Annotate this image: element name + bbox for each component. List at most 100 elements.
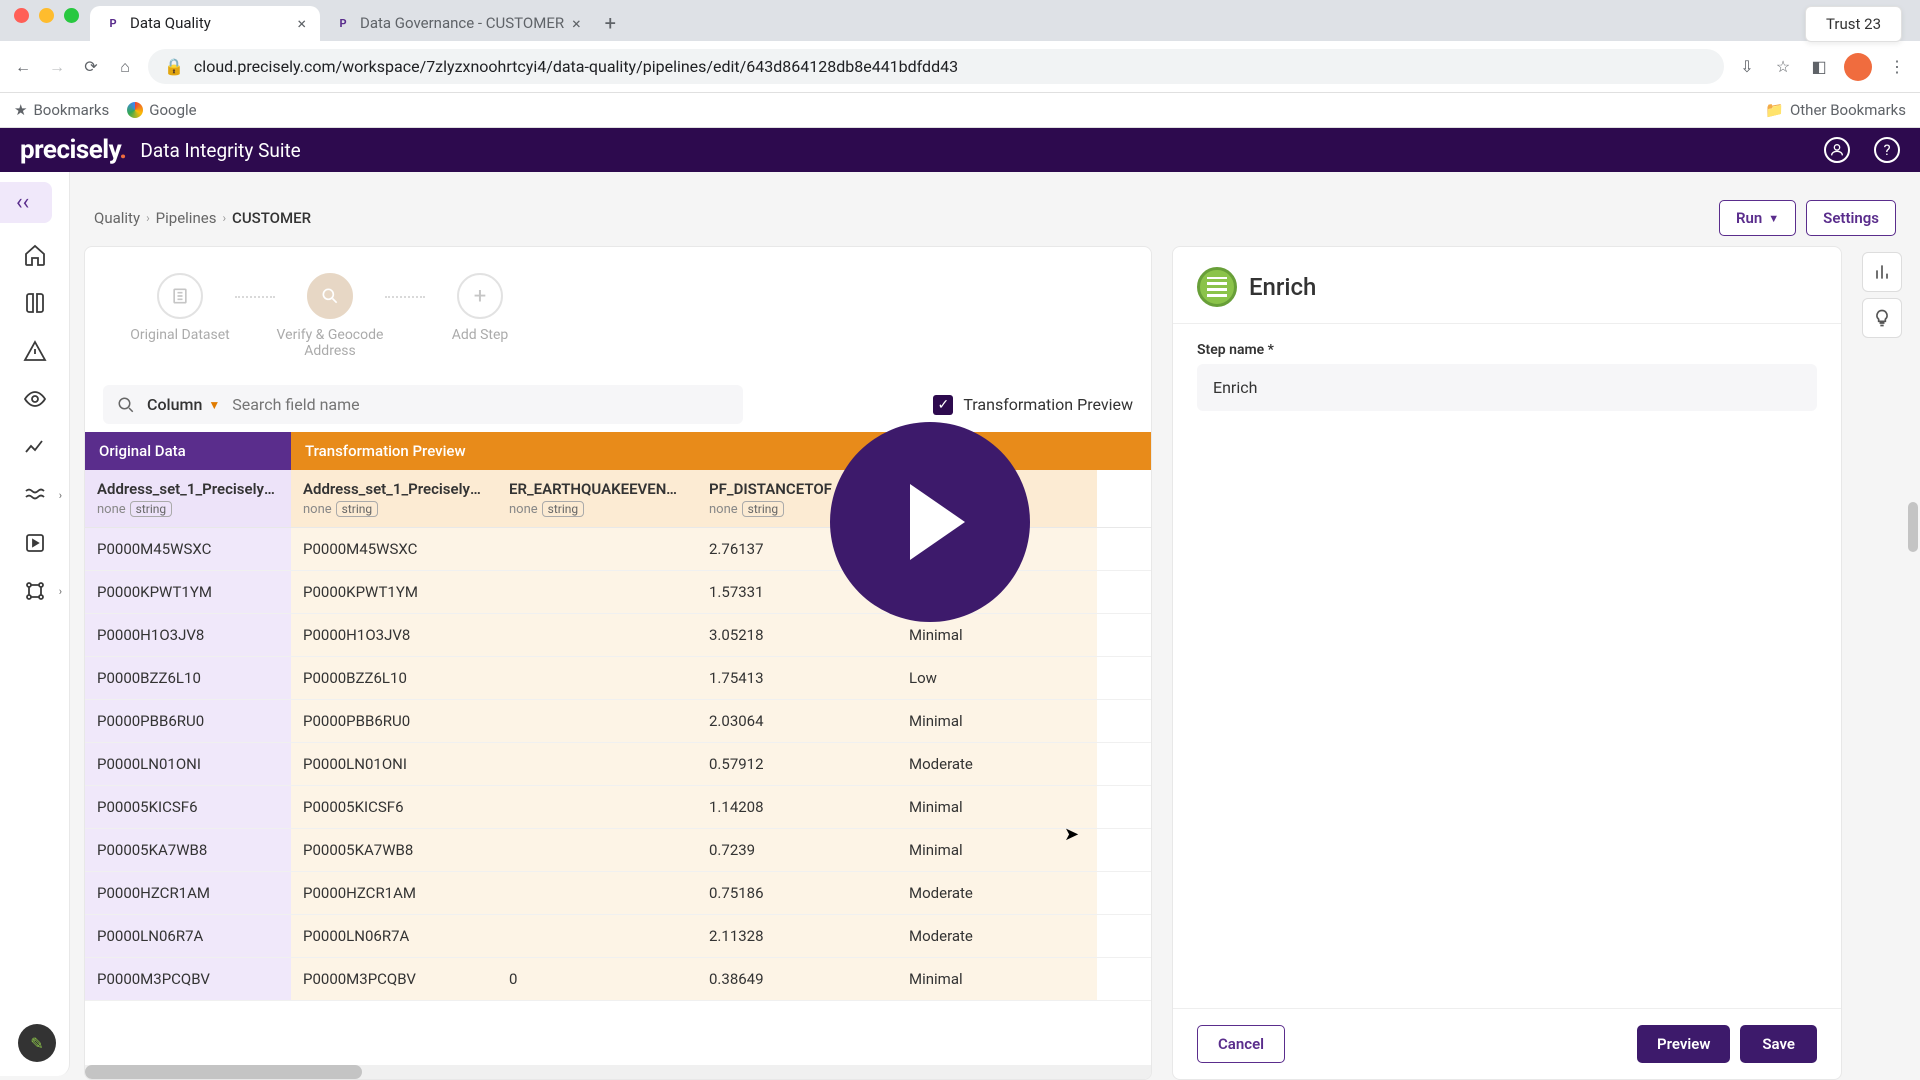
table-row: P0000BZZ6L10 P0000BZZ6L10 1.75413 Low: [85, 657, 1151, 700]
cell: 0.57912: [697, 743, 897, 785]
tab-title: Data Quality: [130, 14, 211, 32]
sidebar-observe-icon[interactable]: [0, 375, 70, 423]
account-icon[interactable]: [1824, 137, 1850, 163]
cell: 2.03064: [697, 700, 897, 742]
new-tab-button[interactable]: +: [595, 5, 626, 41]
search-input[interactable]: [232, 395, 729, 414]
cell: Minimal: [897, 958, 1097, 1000]
section-header-preview: Transformation Preview: [291, 432, 1151, 470]
sidebar-play-icon[interactable]: [0, 519, 70, 567]
browser-tab[interactable]: P Data Governance - CUSTOMER ×: [320, 6, 595, 41]
bookmarks-bar: ★Bookmarks Google 📁Other Bookmarks: [0, 93, 1920, 128]
cell: 1.14208: [697, 786, 897, 828]
app-header: precisely. Data Integrity Suite ?: [0, 128, 1920, 172]
play-video-overlay[interactable]: [830, 422, 1030, 622]
preview-button[interactable]: Preview: [1637, 1025, 1730, 1063]
table-row: P00005KICSF6 P00005KICSF6 1.14208 Minima…: [85, 786, 1151, 829]
cell: P0000M45WSXC: [291, 528, 497, 570]
save-button[interactable]: Save: [1740, 1025, 1817, 1063]
cell: P00005KA7WB8: [85, 829, 291, 871]
cell: [497, 743, 697, 785]
chart-icon[interactable]: [1862, 252, 1902, 292]
window-close[interactable]: [14, 8, 29, 23]
breadcrumb-item[interactable]: Quality: [94, 209, 140, 227]
cell: P0000PBB6RU0: [85, 700, 291, 742]
breadcrumb-item[interactable]: Pipelines: [156, 209, 217, 227]
help-icon[interactable]: ?: [1874, 137, 1900, 163]
pipeline-step-verify[interactable]: Verify & Geocode Address: [275, 273, 385, 359]
pipeline-pane: Original Dataset Verify & Geocode Addres…: [84, 246, 1152, 1080]
step-name-input[interactable]: [1197, 364, 1817, 411]
back-icon[interactable]: ←: [12, 56, 34, 78]
sidebar-catalog-icon[interactable]: [0, 279, 70, 327]
lock-icon: 🔒: [164, 57, 184, 76]
cell: 2.11328: [697, 915, 897, 957]
column-header[interactable]: Address_set_1_PreciselyIDnonestring: [291, 470, 497, 527]
url-field[interactable]: 🔒 cloud.precisely.com/workspace/7zlyzxno…: [148, 49, 1724, 84]
tab-close-icon[interactable]: ×: [297, 14, 306, 33]
sidebar-collapse[interactable]: ‹‹: [0, 182, 52, 223]
forward-icon[interactable]: →: [46, 56, 68, 78]
column-dropdown[interactable]: Column ▼: [147, 395, 220, 414]
url-text: cloud.precisely.com/workspace/7zlyzxnooh…: [194, 57, 958, 76]
cell: 0: [497, 958, 697, 1000]
transformation-preview-toggle[interactable]: ✓ Transformation Preview: [933, 395, 1133, 415]
cell: [497, 829, 697, 871]
chevron-down-icon: ▼: [208, 398, 220, 412]
star-icon[interactable]: ☆: [1772, 56, 1794, 78]
menu-icon[interactable]: ⋮: [1886, 56, 1908, 78]
cell: P0000M3PCQBV: [291, 958, 497, 1000]
bookmark-google[interactable]: Google: [127, 101, 196, 119]
chevron-down-icon: ▼: [1768, 212, 1779, 225]
settings-button[interactable]: Settings: [1806, 200, 1896, 236]
panel-icon[interactable]: ◧: [1808, 56, 1830, 78]
home-icon[interactable]: ⌂: [114, 56, 136, 78]
browser-tab-active[interactable]: P Data Quality ×: [90, 6, 320, 41]
tab-close-icon[interactable]: ×: [572, 14, 581, 33]
window-minimize[interactable]: [39, 8, 54, 23]
breadcrumb: Quality › Pipelines › CUSTOMER: [94, 209, 311, 227]
chevron-right-icon: ›: [222, 211, 226, 225]
cell: Moderate: [897, 872, 1097, 914]
pipeline-step-original[interactable]: Original Dataset: [125, 273, 235, 343]
brand-logo: precisely.: [20, 135, 126, 165]
chevron-right-icon: ›: [59, 489, 62, 502]
sidebar-home-icon[interactable]: [0, 231, 70, 279]
other-bookmarks[interactable]: 📁Other Bookmarks: [1765, 101, 1906, 119]
reload-icon[interactable]: ⟳: [80, 56, 102, 78]
cell: P0000LN01ONI: [85, 743, 291, 785]
window-maximize[interactable]: [64, 8, 79, 23]
cell: 0.75186: [697, 872, 897, 914]
chevron-right-icon: ›: [59, 585, 62, 598]
pipeline-step-add[interactable]: + Add Step: [425, 273, 535, 343]
cell: [497, 528, 697, 570]
bookmarks-menu[interactable]: ★Bookmarks: [14, 101, 109, 119]
sidebar-alerts-icon[interactable]: [0, 327, 70, 375]
cell: P00005KICSF6: [85, 786, 291, 828]
cancel-button[interactable]: Cancel: [1197, 1025, 1285, 1063]
table-row: P00005KA7WB8 P00005KA7WB8 0.7239 Minimal: [85, 829, 1151, 872]
sidebar-settings-icon[interactable]: ›: [0, 567, 70, 615]
enrich-title: Enrich: [1249, 273, 1316, 301]
cell: [497, 614, 697, 656]
table-row: P0000LN01ONI P0000LN01ONI 0.57912 Modera…: [85, 743, 1151, 786]
pipeline-steps: Original Dataset Verify & Geocode Addres…: [85, 247, 1151, 377]
install-icon[interactable]: ⇩: [1736, 56, 1758, 78]
profile-avatar[interactable]: [1844, 53, 1872, 81]
run-button[interactable]: Run▼: [1719, 200, 1796, 236]
sidebar-waves-icon[interactable]: ›: [0, 471, 70, 519]
cell: P0000LN01ONI: [291, 743, 497, 785]
sidebar-trends-icon[interactable]: [0, 423, 70, 471]
cell: P0000KPWT1YM: [291, 571, 497, 613]
enrich-panel: Enrich Step name * Cancel Preview Save: [1172, 246, 1842, 1080]
column-header[interactable]: Address_set_1_PreciselyIDnonestring: [85, 470, 291, 527]
tab-favicon: P: [104, 14, 122, 32]
cell: P0000M3PCQBV: [85, 958, 291, 1000]
lightbulb-icon[interactable]: [1862, 298, 1902, 338]
horizontal-scrollbar[interactable]: [85, 1065, 1151, 1079]
column-header[interactable]: ER_EARTHQUAKEEVENTSnonestring: [497, 470, 697, 527]
help-fab[interactable]: ✎: [18, 1024, 56, 1062]
google-icon: [127, 102, 143, 118]
cell: P00005KICSF6: [291, 786, 497, 828]
folder-icon: 📁: [1765, 101, 1784, 119]
